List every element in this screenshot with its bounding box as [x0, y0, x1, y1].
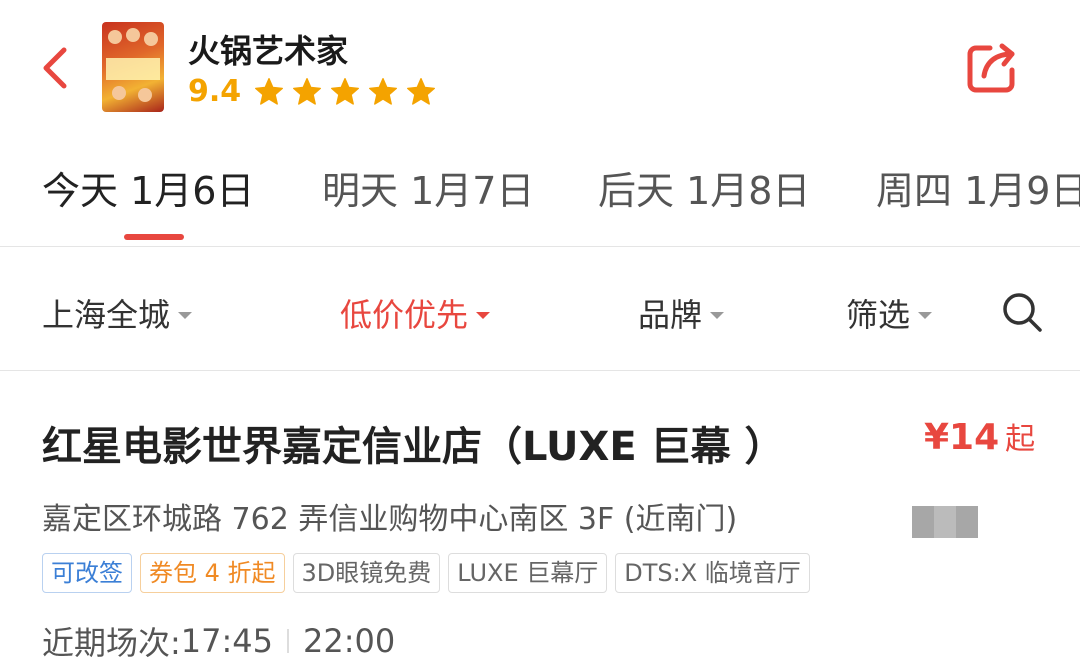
star-icon: [331, 78, 359, 105]
filter-brand[interactable]: 品牌: [638, 290, 725, 336]
tag-3d-glasses: 3D眼镜免费: [292, 553, 441, 593]
tag-coupon: 券包 4 折起: [140, 553, 285, 593]
tab-date-thursday[interactable]: 周四 1月9日: [876, 160, 1080, 215]
distance-redacted: [912, 506, 978, 538]
filter-sort-low-price[interactable]: 低价优先: [340, 290, 491, 336]
filter-sort-label: 低价优先: [340, 296, 469, 334]
back-button[interactable]: [38, 44, 78, 92]
date-tabs: 今天 1月6日 明天 1月7日 后天 1月8日 周四 1月9日: [0, 160, 1080, 220]
active-tab-indicator: [124, 234, 184, 240]
tab-date-tomorrow[interactable]: 明天 1月7日: [322, 160, 534, 215]
price-value: ¥14: [924, 417, 1000, 458]
cinema-address: 嘉定区环城路 762 弄信业购物中心南区 3F (近南门): [42, 502, 738, 537]
tag-refundable: 可改签: [42, 553, 132, 593]
star-icon: [369, 78, 397, 105]
cinema-tags: 可改签 券包 4 折起 3D眼镜免费 LUXE 巨幕厅 DTS:X 临境音厅: [42, 553, 810, 593]
showtime[interactable]: 22:00: [303, 622, 395, 660]
search-icon: [1003, 293, 1042, 332]
cinema-price: ¥14 起: [924, 414, 1035, 458]
caret-down-icon: [918, 311, 933, 319]
caret-down-icon: [710, 311, 725, 319]
star-icon: [407, 78, 435, 105]
search-button[interactable]: [1000, 290, 1044, 334]
movie-poster[interactable]: [102, 22, 164, 112]
tag-luxe-hall: LUXE 巨幕厅: [448, 553, 608, 593]
filter-city[interactable]: 上海全城: [42, 290, 193, 336]
share-button[interactable]: [964, 40, 1020, 96]
recent-showtimes: 近期场次: 17:45 22:00: [42, 618, 395, 664]
tag-dtsx-hall: DTS:X 临境音厅: [615, 553, 810, 593]
divider: [0, 246, 1080, 247]
separator: [287, 629, 290, 653]
cinema-name[interactable]: 红星电影世界嘉定信业店（LUXE 巨幕 ）: [42, 414, 785, 472]
filter-more-label: 筛选: [846, 296, 911, 334]
star-icon: [293, 78, 321, 105]
chevron-left-icon: [43, 47, 67, 89]
filter-brand-label: 品牌: [638, 296, 703, 334]
filter-city-label: 上海全城: [42, 296, 171, 334]
tab-date-day-after[interactable]: 后天 1月8日: [598, 160, 810, 215]
tab-date-today[interactable]: 今天 1月6日: [42, 160, 254, 215]
price-suffix: 起: [1005, 422, 1036, 457]
showtime[interactable]: 17:45: [181, 622, 273, 660]
caret-down-icon: [476, 311, 491, 319]
star-icon: [255, 78, 283, 105]
rating-stars: [252, 76, 438, 108]
filter-more[interactable]: 筛选: [846, 290, 933, 336]
showtimes-label: 近期场次:: [42, 624, 181, 662]
caret-down-icon: [178, 311, 193, 319]
divider: [0, 370, 1080, 371]
movie-title: 火锅艺术家: [188, 32, 349, 70]
share-icon: [967, 43, 1015, 93]
rating-score: 9.4: [188, 74, 242, 109]
